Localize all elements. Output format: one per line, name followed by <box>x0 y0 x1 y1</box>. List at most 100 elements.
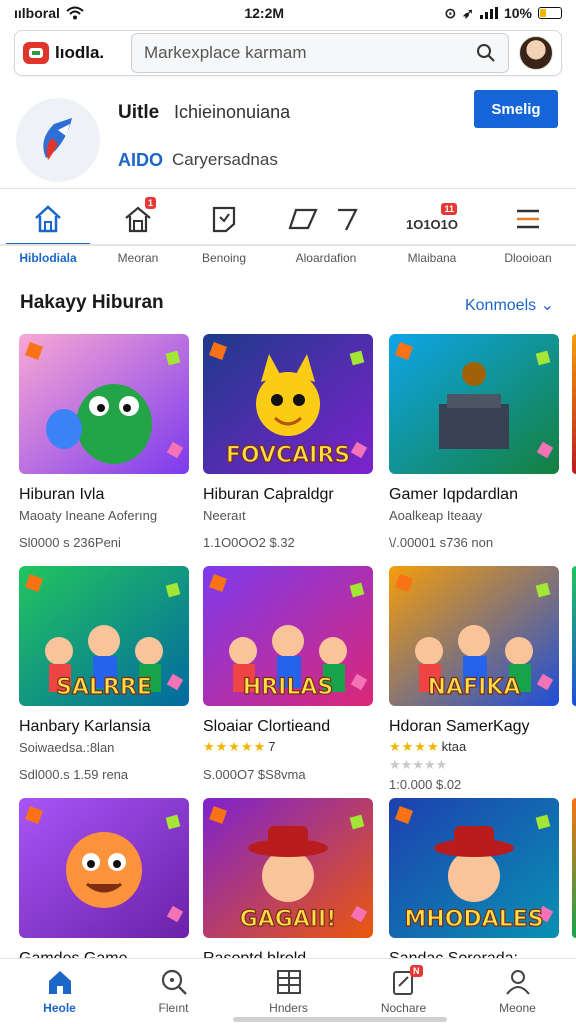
rating-label: ktaa <box>441 739 467 754</box>
game-thumbnail[interactable]: MHODALES <box>389 798 559 938</box>
home-indicator <box>233 1017 447 1022</box>
game-title[interactable]: Hanbary Karlansia <box>19 718 189 736</box>
tab-home[interactable]: Hiblodiala <box>0 189 96 271</box>
grid-icon <box>274 967 304 997</box>
game-art-title: MHODALES <box>404 907 543 932</box>
game-title[interactable]: Hiburan Ivla <box>19 486 189 504</box>
game-thumbnail[interactable]: HRILAS <box>203 566 373 706</box>
game-price: \/.00001 s736 non <box>389 535 494 550</box>
game-card[interactable]: FOVCAIRS Hiburan Caþraldgr Neeraıt 1.1O0OO2… <box>203 334 373 550</box>
game-card[interactable]: Gamdes Game <box>19 798 189 968</box>
game-thumbnail[interactable]: SALRRE <box>19 566 189 706</box>
status-bar: ıılboral 12:2M ⊙ ➶ 10% <box>0 0 576 26</box>
logo-text: lıodla. <box>55 43 105 62</box>
game-art-title: NAFIKA <box>428 675 521 700</box>
game-card[interactable]: HRILAS Sloaiar Clortieand ★★★★★ 7 S.000O7 $S… <box>203 566 373 782</box>
tab-badge: 1 <box>144 197 156 209</box>
tab-label: Mlaibana <box>407 251 457 265</box>
nav-search[interactable]: Fleınt <box>116 959 231 1024</box>
game-thumbnail[interactable] <box>19 798 189 938</box>
section-more-link[interactable]: Konmoels ⌄ <box>465 295 554 315</box>
next-card-peek <box>572 798 576 938</box>
nav-profile[interactable]: Meone <box>460 959 575 1024</box>
profile-icon <box>503 967 533 997</box>
nav-home[interactable]: Heole <box>2 959 117 1024</box>
nav-label: Nochare <box>380 1001 427 1015</box>
app-logo-icon <box>43 118 72 160</box>
flag-icon <box>286 199 366 239</box>
game-title[interactable]: Sloaiar Clortieand <box>203 718 373 736</box>
search-input[interactable] <box>144 43 476 63</box>
app-header: Uitle Ichieinonuiana AIDO Caryersadnas S… <box>14 90 562 188</box>
game-title[interactable]: Hiburan Caþraldgr <box>203 486 373 504</box>
nav-grid[interactable]: Hnders <box>231 959 346 1024</box>
tab-menu[interactable]: Dlooioan <box>480 189 576 271</box>
tab-label: Meoran <box>117 251 159 265</box>
avatar[interactable] <box>519 36 553 70</box>
nav-label: Fleınt <box>158 1001 189 1015</box>
alarm-icon: ⊙ <box>444 4 457 21</box>
game-card[interactable]: MHODALESSandac Sorerada: <box>389 798 559 968</box>
nav-notes[interactable]: N Nochare <box>346 959 461 1024</box>
tab-label: Hiblodiala <box>19 251 77 265</box>
game-card[interactable]: Gamer Iqpdardlan Aoalkeap Iteaay \/.00001 … <box>389 334 559 550</box>
game-title[interactable]: Gamer Iqpdardlan <box>389 486 559 504</box>
battery-percent: 10% <box>503 5 532 21</box>
game-card[interactable]: Hiburan Ivla Maoaty Ineane Aoferıng Sl0000… <box>19 334 189 550</box>
section-link-label: Konmoels <box>464 297 537 314</box>
app-meta-code: AIDO <box>118 150 163 170</box>
nav-label: Heole <box>43 1001 76 1015</box>
carrier-label: ıılboral <box>14 5 60 21</box>
tabs-divider <box>0 244 576 246</box>
star-rating: ★★★★ ktaa <box>389 739 467 754</box>
game-card[interactable]: GAGAII!Rasoptd blrold <box>203 798 373 968</box>
game-thumbnail[interactable] <box>389 334 559 474</box>
nav-label: Hnders <box>269 1001 308 1015</box>
chevron-down-icon: ⌄ <box>540 297 554 314</box>
game-art-title: HRILAS <box>243 675 333 700</box>
search-box[interactable] <box>131 33 509 73</box>
game-card[interactable]: NAFIKA Hdoran SamerKagy ★★★★ ktaa ★★★★★ 1:0.0… <box>389 566 559 792</box>
next-card-peek <box>572 566 576 706</box>
nav-badge: N <box>410 965 423 977</box>
nav-label: Meone <box>499 1001 536 1015</box>
category-tabs: Hiblodiala 1 Meoran Benoing Aloardafion … <box>0 188 576 270</box>
tab-tags[interactable]: Benoing <box>176 189 272 271</box>
game-subtitle: ★★★★★ <box>389 757 448 772</box>
notes-icon: N <box>389 965 423 997</box>
tab-counter[interactable]: 1O1O1O 11 Mlaibana <box>384 189 480 271</box>
game-price: 1.1O0OO2 $.32 <box>203 535 295 550</box>
app-meta-text: Caryersadnas <box>172 150 278 169</box>
game-title[interactable]: Hdoran SamerKagy <box>389 718 559 736</box>
menu-icon <box>508 199 548 239</box>
tab-label: Benoing <box>201 251 247 265</box>
game-thumbnail[interactable]: NAFIKA <box>389 566 559 706</box>
clock: 12:2M <box>244 5 285 21</box>
game-card[interactable]: SALRRE Hanbary Karlansia Soiwaedsa.:8lan Sd… <box>19 566 189 782</box>
game-price: S.000O7 $S8vma <box>203 767 306 782</box>
game-thumbnail[interactable]: FOVCAIRS <box>203 334 373 474</box>
primary-action-button[interactable]: Smelig <box>474 90 558 128</box>
game-thumbnail[interactable] <box>19 334 189 474</box>
game-thumbnail[interactable]: GAGAII! <box>203 798 373 938</box>
tab-flags[interactable]: Aloardafion <box>278 189 374 271</box>
app-subtitle: Ichieinonuiana <box>174 102 291 122</box>
search-icon[interactable] <box>476 43 496 63</box>
app-title: Uitle <box>118 102 160 123</box>
tab-store[interactable]: 1 Meoran <box>90 189 186 271</box>
counter-text: 1O1O1O <box>405 216 459 232</box>
bottom-navigation: Heole Fleınt Hnders N Nochare Meone <box>0 958 576 1024</box>
star-rating: ★★★★★ 7 <box>203 739 276 754</box>
location-icon: ➶ <box>462 4 474 21</box>
top-bar: lıodla. <box>14 30 562 76</box>
home-icon <box>45 967 75 997</box>
status-left: ıılboral <box>14 5 84 21</box>
brand-logo[interactable]: lıodla. <box>23 42 131 64</box>
app-logo <box>16 98 100 182</box>
rating-label: 7 <box>268 739 276 754</box>
search-icon <box>159 967 189 997</box>
game-price: 1:0.000 $.02 <box>389 777 462 792</box>
game-subtitle: Aoalkeap Iteaay <box>389 508 483 523</box>
section-title: Hakayy Hiburan <box>20 292 164 313</box>
status-right: ⊙ ➶ 10% <box>444 4 562 22</box>
